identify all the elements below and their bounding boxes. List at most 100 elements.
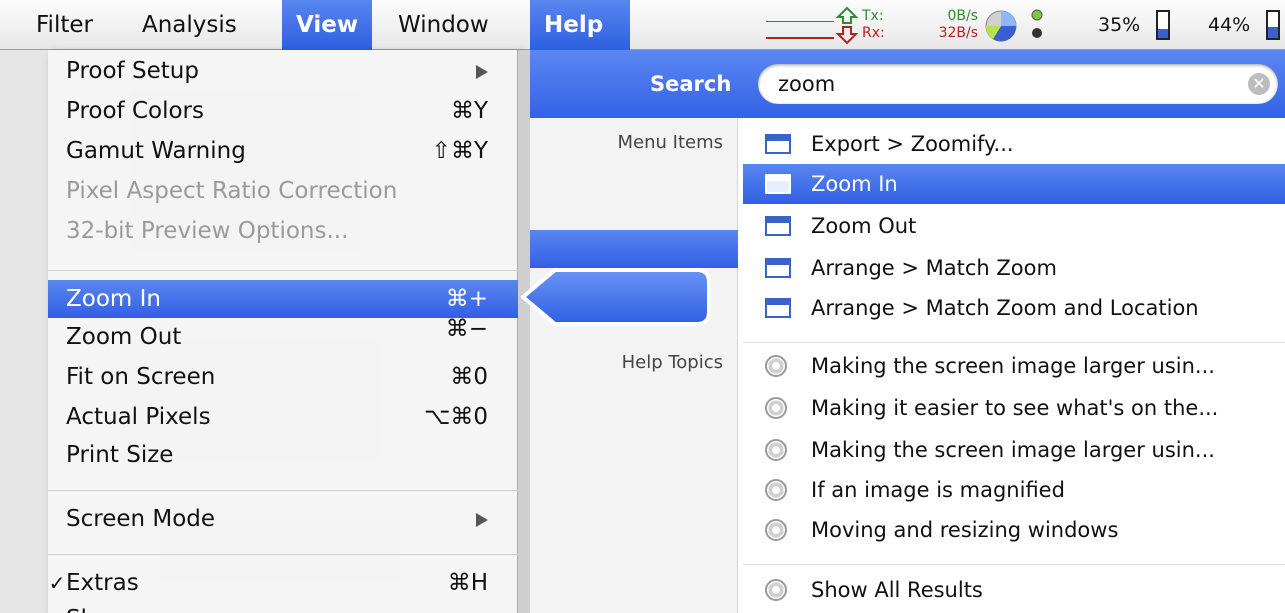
menu-help[interactable]: Help xyxy=(530,0,630,50)
cpu-percent: 35% xyxy=(1098,14,1141,36)
pointer-callout xyxy=(521,268,711,326)
menu-item-pixel-aspect: Pixel Aspect Ratio Correction xyxy=(48,172,518,210)
cpu-pie-icon[interactable] xyxy=(985,10,1017,42)
menu-separator xyxy=(48,270,518,272)
result-label: Making the screen image larger usin... xyxy=(811,438,1215,462)
menu-item-shortcut: ⌘Y xyxy=(450,98,488,124)
menu-item-shortcut: ⇧⌘Y xyxy=(431,138,488,164)
submenu-arrow-icon xyxy=(476,513,488,527)
menu-result-item[interactable]: Zoom In xyxy=(743,164,1285,204)
menu-item-label: Print Size xyxy=(66,442,174,468)
search-label: Search xyxy=(650,72,732,96)
result-label: Zoom Out xyxy=(811,214,917,238)
menu-item-fit-on-screen[interactable]: Fit on Screen ⌘0 xyxy=(48,358,518,396)
results-separator xyxy=(743,342,1285,343)
menu-result-item[interactable]: Zoom Out xyxy=(743,206,1285,246)
show-all-results[interactable]: Show All Results xyxy=(743,570,1285,610)
tx-graph-line xyxy=(766,21,834,22)
menu-result-item[interactable]: Export > Zoomify... xyxy=(743,124,1285,164)
menu-item-label: 32-bit Preview Options... xyxy=(66,218,349,244)
result-label: Show All Results xyxy=(811,578,983,602)
menu-item-label: Pixel Aspect Ratio Correction xyxy=(66,178,398,204)
menu-item-icon xyxy=(765,174,791,194)
menu-item-screen-mode[interactable]: Screen Mode xyxy=(48,500,518,538)
menu-result-item[interactable]: Arrange > Match Zoom and Location xyxy=(743,288,1285,328)
clear-search-icon[interactable]: ✕ xyxy=(1248,73,1270,95)
help-topic-item[interactable]: Making the screen image larger usin... xyxy=(743,430,1285,470)
help-topic-icon xyxy=(765,439,787,461)
menu-item-shortcut: ⌥⌘0 xyxy=(423,404,488,430)
help-search-header: Search ✕ xyxy=(530,50,1285,118)
menu-filter[interactable]: Filter xyxy=(22,0,107,50)
tx-rate: 0B/s xyxy=(947,8,978,24)
menu-item-zoom-out[interactable]: Zoom Out ⌘− xyxy=(48,316,518,356)
help-topic-item[interactable]: Making it easier to see what's on the... xyxy=(743,388,1285,428)
menu-separator xyxy=(48,490,518,492)
rx-rate: 32B/s xyxy=(938,25,978,41)
help-topic-icon xyxy=(765,355,787,377)
help-topic-item[interactable]: Making the screen image larger usin... xyxy=(743,346,1285,386)
battery-level xyxy=(1268,26,1278,38)
menu-item-icon xyxy=(765,216,791,236)
menu-item-icon xyxy=(765,134,791,154)
menu-item-show[interactable]: Show xyxy=(48,600,518,613)
submenu-arrow-icon xyxy=(476,65,488,79)
menu-item-label: Proof Setup xyxy=(66,58,199,84)
results-separator xyxy=(743,564,1285,565)
menu-item-shortcut: ⌘− xyxy=(445,316,488,342)
result-label: Making the screen image larger usin... xyxy=(811,354,1215,378)
menu-item-label: Zoom In xyxy=(66,286,161,312)
help-category-column: Menu Items Help Topics xyxy=(530,118,738,613)
menu-separator xyxy=(48,554,518,556)
rx-graph-line xyxy=(766,37,834,39)
rx-label: Rx: xyxy=(862,25,885,41)
tx-label: Tx: xyxy=(862,8,884,24)
menu-items-category: Menu Items xyxy=(617,132,724,153)
menu-item-shortcut: ⌘0 xyxy=(450,364,488,390)
menu-item-label: Actual Pixels xyxy=(66,404,211,430)
result-label: Making it easier to see what's on the... xyxy=(811,396,1219,420)
menu-item-label: Zoom Out xyxy=(66,324,182,350)
battery-percent: 44% xyxy=(1208,14,1251,36)
help-topic-item[interactable]: Moving and resizing windows xyxy=(743,510,1285,550)
network-labels: Tx: Rx: xyxy=(862,8,885,42)
activity-dots-icon xyxy=(1031,9,1043,38)
result-label: Arrange > Match Zoom xyxy=(811,256,1057,280)
menu-window[interactable]: Window xyxy=(384,0,503,50)
menu-item-label: Extras xyxy=(66,570,139,596)
help-topics-category: Help Topics xyxy=(621,352,723,373)
search-field[interactable]: ✕ xyxy=(758,64,1278,104)
menu-item-proof-colors[interactable]: Proof Colors ⌘Y xyxy=(48,92,518,130)
result-label: Zoom In xyxy=(811,172,898,196)
menu-item-label: Show xyxy=(66,600,128,613)
battery-icon[interactable] xyxy=(1156,10,1170,40)
menu-item-label: Proof Colors xyxy=(66,98,204,124)
menu-bar: Filter Analysis View Window Help Tx: Rx:… xyxy=(0,0,1285,50)
menu-item-icon xyxy=(765,298,791,318)
help-topic-icon xyxy=(765,579,787,601)
menu-item-32bit-preview: 32-bit Preview Options... xyxy=(48,212,518,250)
checkmark-icon: ✓ xyxy=(48,571,66,595)
menu-item-label: Gamut Warning xyxy=(66,138,246,164)
search-input[interactable] xyxy=(778,69,1218,99)
menu-item-gamut-warning[interactable]: Gamut Warning ⇧⌘Y xyxy=(48,132,518,170)
battery-icon[interactable] xyxy=(1266,10,1280,40)
menu-item-icon xyxy=(765,258,791,278)
menu-result-item[interactable]: Arrange > Match Zoom xyxy=(743,248,1285,288)
help-topic-item[interactable]: If an image is magnified xyxy=(743,470,1285,510)
menu-item-label: Screen Mode xyxy=(66,506,216,532)
network-rates: 0B/s 32B/s xyxy=(916,8,978,42)
menu-item-label: Fit on Screen xyxy=(66,364,216,390)
menu-item-actual-pixels[interactable]: Actual Pixels ⌥⌘0 xyxy=(48,398,518,436)
menu-item-extras[interactable]: ✓ Extras ⌘H xyxy=(48,564,518,602)
menu-analysis[interactable]: Analysis xyxy=(128,0,251,50)
menu-item-proof-setup[interactable]: Proof Setup xyxy=(48,52,518,90)
network-graph xyxy=(766,10,834,40)
menu-item-shortcut: ⌘H xyxy=(447,570,488,596)
download-arrow-icon xyxy=(836,26,858,45)
upload-arrow-icon xyxy=(836,6,858,24)
battery-level xyxy=(1158,28,1168,38)
menu-item-print-size[interactable]: Print Size xyxy=(48,436,518,474)
menu-view[interactable]: View xyxy=(282,0,373,50)
view-menu: Proof Setup Proof Colors ⌘Y Gamut Warnin… xyxy=(48,50,518,613)
